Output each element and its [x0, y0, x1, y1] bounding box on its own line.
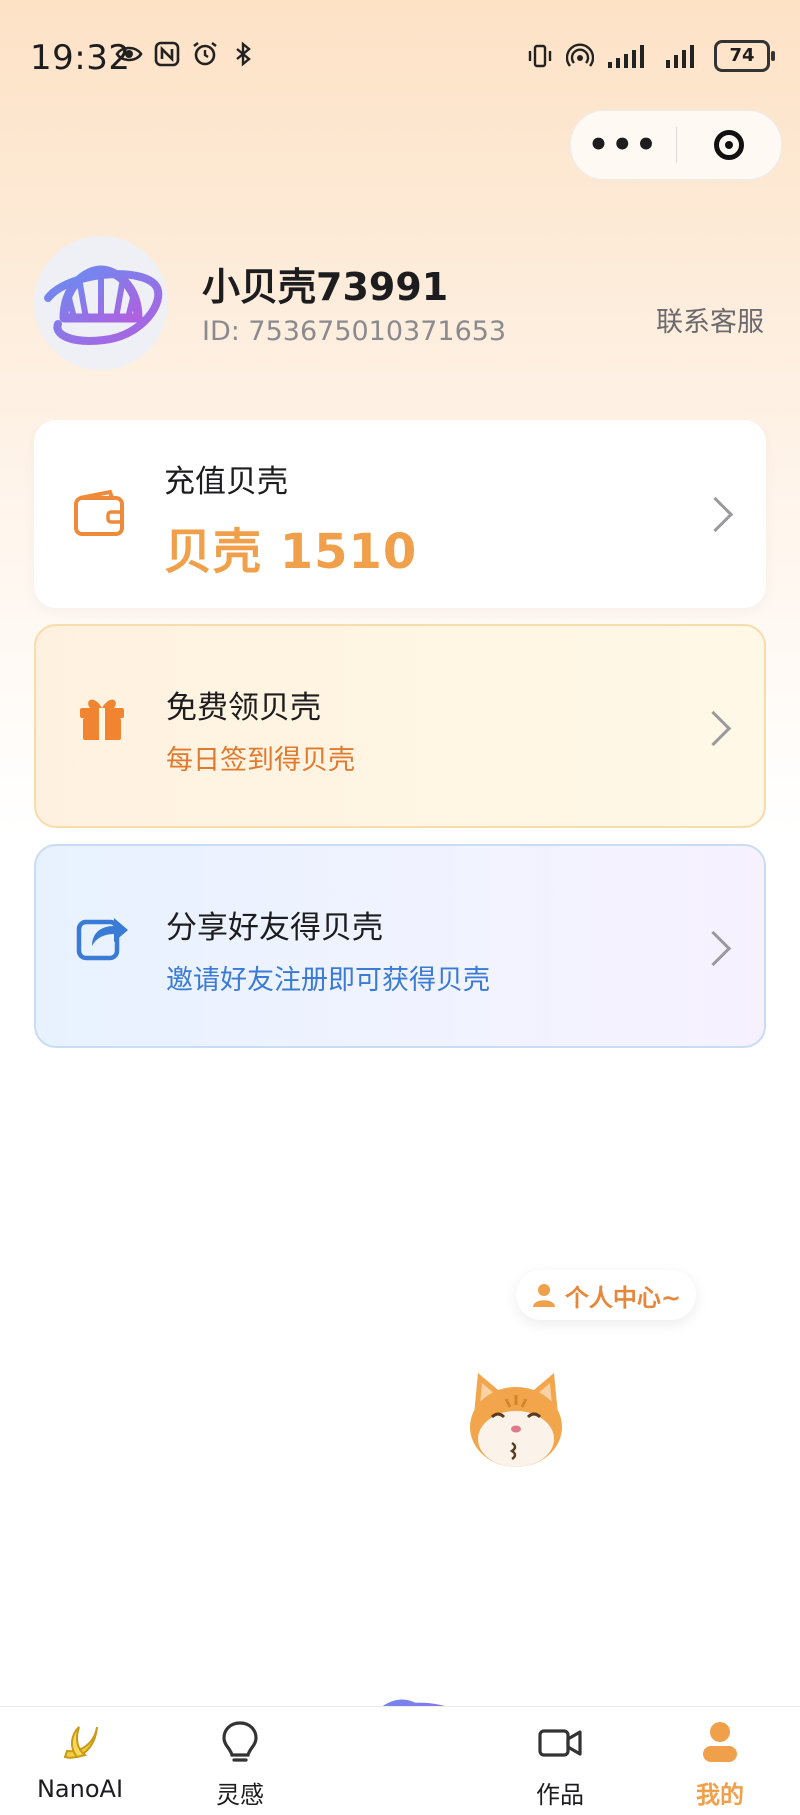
- banana-icon: [63, 1726, 98, 1759]
- hotspot-icon: [566, 43, 594, 67]
- tab-inspiration[interactable]: 灵感: [170, 1707, 310, 1815]
- capsule-menu: •••: [570, 110, 782, 180]
- more-dots-icon[interactable]: •••: [571, 128, 676, 162]
- cat-kiss-emoji-icon[interactable]: [462, 1365, 570, 1473]
- tab-nanoai[interactable]: NanoAI: [10, 1707, 150, 1815]
- personal-center-bubble[interactable]: 个人中心~: [516, 1270, 696, 1320]
- tab-label-mine: 我的: [696, 1781, 744, 1809]
- status-icons-left: [115, 40, 257, 68]
- chevron-right-icon: [695, 710, 732, 747]
- tab-works[interactable]: 作品: [490, 1707, 630, 1815]
- avatar[interactable]: [34, 236, 168, 370]
- share-subtitle: 邀请好友注册即可获得贝壳: [166, 965, 490, 996]
- lightbulb-icon: [222, 1721, 258, 1762]
- recharge-card[interactable]: 充值贝壳 贝壳 1510: [34, 420, 766, 608]
- eye-icon: [115, 46, 143, 62]
- video-camera-icon: [538, 1729, 582, 1757]
- user-icon: [703, 1722, 737, 1762]
- user-id: ID: 753675010371653: [202, 316, 507, 347]
- target-icon: [713, 130, 744, 160]
- tab-label-works: 作品: [536, 1781, 584, 1809]
- signal-icon-2: [666, 45, 694, 68]
- tab-label-nanoai: NanoAI: [36, 1775, 124, 1803]
- personal-center-label: 个人中心~: [564, 1283, 682, 1312]
- tab-label-inspiration: 灵感: [216, 1781, 264, 1809]
- user-icon: [532, 1284, 555, 1307]
- status-icons-right: 74: [526, 40, 775, 72]
- chevron-right-icon: [697, 496, 734, 533]
- gift-icon: [80, 699, 124, 740]
- shell-planet-logo-icon: [44, 265, 163, 345]
- close-program-button[interactable]: [677, 130, 782, 160]
- recharge-title: 充值贝壳: [164, 464, 288, 500]
- signal-icon: [608, 45, 644, 68]
- tab-mine[interactable]: 我的: [650, 1707, 790, 1815]
- bluetooth-icon: [236, 41, 251, 67]
- status-bar: 19:32 74: [0, 0, 800, 120]
- nfc-icon: [154, 41, 180, 67]
- vibrate-icon: [528, 44, 552, 68]
- shell-balance: 贝壳 1510: [164, 524, 418, 580]
- free-shells-subtitle: 每日签到得贝壳: [166, 745, 355, 776]
- battery-indicator: 74: [714, 40, 775, 72]
- username: 小贝壳73991: [202, 265, 449, 309]
- tab-bar: NanoAI 灵感 作品 我的: [0, 1706, 800, 1815]
- share-title: 分享好友得贝壳: [166, 910, 383, 946]
- share-icon: [76, 918, 128, 961]
- free-shells-title: 免费领贝壳: [166, 690, 321, 726]
- alarm-icon: [193, 41, 217, 66]
- chevron-right-icon: [695, 930, 732, 967]
- share-card[interactable]: 分享好友得贝壳 邀请好友注册即可获得贝壳: [34, 844, 766, 1048]
- free-shells-card[interactable]: 免费领贝壳 每日签到得贝壳: [34, 624, 766, 828]
- contact-support-link[interactable]: 联系客服: [656, 300, 764, 339]
- wallet-icon: [74, 489, 124, 536]
